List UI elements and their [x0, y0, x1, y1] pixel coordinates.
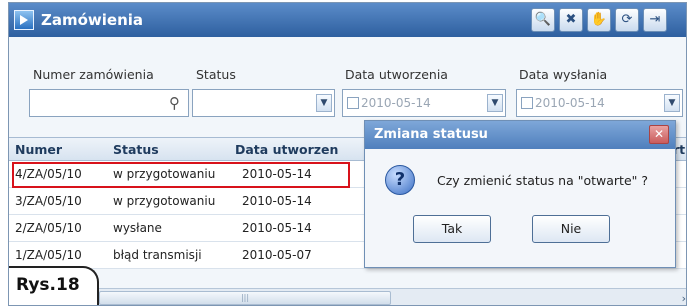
status-label: Status [196, 67, 236, 82]
order-number-cell: 1/ZA/05/10 [15, 248, 82, 262]
dialog-title: Zmiana statusu [374, 127, 488, 142]
dialog-title-bar: Zmiana statusu ✕ [365, 121, 675, 149]
order-number-input[interactable]: ⚲ [29, 89, 189, 117]
order-status-cell: w przygotowaniu [113, 194, 216, 208]
dialog-message: Czy zmienić status na "otwarte" ? [437, 173, 649, 188]
yes-button[interactable]: Tak [413, 215, 491, 243]
order-date-cell: 2010-05-14 [242, 194, 312, 208]
no-button[interactable]: Nie [532, 215, 610, 243]
window-title: Zamówienia [41, 11, 144, 29]
sent-date-checkbox[interactable] [521, 97, 533, 109]
created-date-value: 2010-05-14 [361, 96, 431, 110]
status-change-dialog: Zmiana statusu ✕ ? Czy zmienić status na… [364, 120, 676, 268]
highlighted-row-frame [12, 162, 350, 188]
chevron-down-icon[interactable]: ▼ [316, 94, 332, 112]
order-status-cell: wysłane [113, 221, 162, 235]
column-header-numer[interactable]: Numer [15, 142, 62, 157]
sent-date-picker[interactable]: 2010-05-14 ▼ [516, 89, 683, 117]
hand-toolbar-button[interactable]: ✋ [587, 8, 611, 32]
chevron-down-icon[interactable]: ▼ [664, 94, 680, 112]
refresh-toolbar-button[interactable]: ⟳ [615, 8, 639, 32]
order-date-cell: 2010-05-14 [242, 221, 312, 235]
scrollbar-thumb[interactable]: ||| [99, 291, 391, 305]
scroll-right-icon[interactable]: › [682, 292, 686, 305]
created-date-label: Data utworzenia [345, 67, 448, 82]
orders-window: Zamówienia 🔍 ✖ ✋ ⟳ ⇥ Numer zamówienia ⚲ … [8, 2, 687, 306]
tools-toolbar-button[interactable]: ✖ [559, 8, 583, 32]
chevron-down-icon[interactable]: ▼ [487, 94, 503, 112]
figure-label-tab: Rys.18 [9, 266, 99, 305]
horizontal-scrollbar[interactable]: ||| › [99, 288, 686, 305]
question-icon: ? [385, 165, 415, 195]
order-number-cell: 2/ZA/05/10 [15, 221, 82, 235]
app-icon [14, 10, 34, 30]
sent-date-value: 2010-05-14 [535, 96, 605, 110]
search-icon: 🔍 [534, 12, 552, 27]
figure-label: Rys.18 [16, 275, 80, 295]
magnifier-icon[interactable]: ⚲ [169, 94, 180, 112]
close-icon[interactable]: ✕ [649, 125, 669, 144]
order-date-cell: 2010-05-07 [242, 248, 312, 262]
hand-icon: ✋ [590, 12, 608, 27]
order-status-cell: błąd transmisji [113, 248, 202, 262]
export-toolbar-button[interactable]: ⇥ [643, 8, 667, 32]
window-title-bar: Zamówienia 🔍 ✖ ✋ ⟳ ⇥ [9, 3, 686, 37]
status-select[interactable]: ▼ [192, 89, 335, 117]
refresh-icon: ⟳ [621, 12, 633, 27]
column-header-data-utworzenia[interactable]: Data utworzen [235, 142, 338, 157]
sent-date-label: Data wysłania [519, 67, 608, 82]
tools-icon: ✖ [565, 12, 577, 27]
created-date-picker[interactable]: 2010-05-14 ▼ [342, 89, 506, 117]
search-toolbar-button[interactable]: 🔍 [531, 8, 555, 32]
export-icon: ⇥ [649, 12, 661, 27]
column-header-status[interactable]: Status [113, 142, 159, 157]
created-date-checkbox[interactable] [347, 97, 359, 109]
order-number-label: Numer zamówienia [33, 67, 154, 82]
order-number-cell: 3/ZA/05/10 [15, 194, 82, 208]
